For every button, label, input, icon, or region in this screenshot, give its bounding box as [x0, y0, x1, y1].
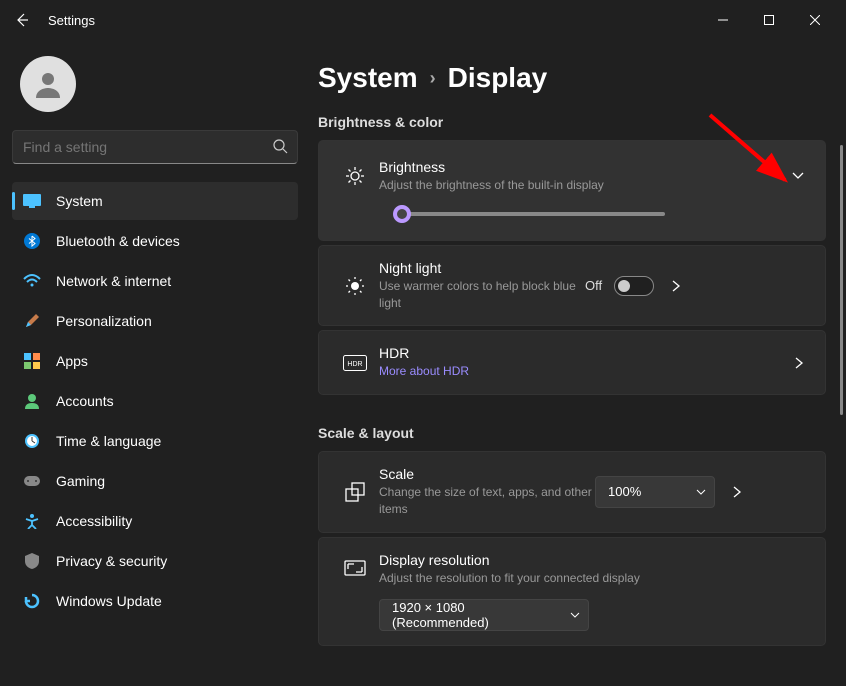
minimize-button[interactable] — [700, 6, 746, 34]
scale-desc: Change the size of text, apps, and other… — [379, 484, 595, 518]
nightlight-toggle[interactable] — [614, 276, 654, 296]
nav-label: System — [56, 193, 103, 209]
scale-combo[interactable]: 100% — [595, 476, 715, 508]
scale-value: 100% — [608, 484, 641, 499]
nav-label: Accessibility — [56, 513, 132, 529]
gamepad-icon — [22, 471, 42, 491]
nightlight-icon — [335, 275, 375, 297]
nav-item-privacy[interactable]: Privacy & security — [12, 542, 298, 580]
hdr-icon: HDR — [335, 355, 375, 371]
brightness-icon — [335, 165, 375, 187]
nav-item-time[interactable]: Time & language — [12, 422, 298, 460]
chevron-down-icon — [696, 487, 706, 497]
search-box[interactable] — [12, 130, 298, 164]
nav-label: Network & internet — [56, 273, 171, 289]
nav-item-update[interactable]: Windows Update — [12, 582, 298, 620]
content-area: System › Display Brightness & color Brig… — [310, 40, 846, 686]
wifi-icon — [22, 271, 42, 291]
search-input[interactable] — [12, 130, 298, 164]
titlebar: Settings — [0, 0, 846, 40]
user-avatar[interactable] — [20, 56, 76, 112]
scale-open-button[interactable] — [727, 481, 747, 503]
breadcrumb-parent[interactable]: System — [318, 62, 418, 94]
nav-label: Time & language — [56, 433, 161, 449]
nav-item-accessibility[interactable]: Accessibility — [12, 502, 298, 540]
nav-label: Bluetooth & devices — [56, 233, 180, 249]
breadcrumb-current: Display — [448, 62, 548, 94]
chevron-right-icon — [670, 279, 682, 293]
nav-label: Windows Update — [56, 593, 162, 609]
resolution-icon — [335, 560, 375, 578]
nav-item-network[interactable]: Network & internet — [12, 262, 298, 300]
chevron-right-icon — [731, 485, 743, 499]
scale-title: Scale — [379, 466, 595, 482]
brightness-slider[interactable] — [335, 212, 809, 216]
account-icon — [22, 391, 42, 411]
search-icon — [272, 138, 288, 154]
brightness-title: Brightness — [379, 159, 787, 175]
section-scale-layout: Scale & layout — [318, 425, 826, 441]
nav-item-bluetooth[interactable]: Bluetooth & devices — [12, 222, 298, 260]
nav-item-personalization[interactable]: Personalization — [12, 302, 298, 340]
hdr-link[interactable]: More about HDR — [379, 363, 789, 380]
display-icon — [22, 191, 42, 211]
svg-text:HDR: HDR — [347, 361, 362, 368]
nav-label: Gaming — [56, 473, 105, 489]
nav-item-system[interactable]: System — [12, 182, 298, 220]
window-title: Settings — [48, 13, 95, 28]
nav-label: Privacy & security — [56, 553, 167, 569]
resolution-desc: Adjust the resolution to fit your connec… — [379, 570, 809, 587]
breadcrumb: System › Display — [318, 62, 826, 94]
bluetooth-icon — [22, 231, 42, 251]
brush-icon — [22, 311, 42, 331]
hdr-open-button[interactable] — [789, 352, 809, 374]
nav-item-gaming[interactable]: Gaming — [12, 462, 298, 500]
nightlight-title: Night light — [379, 260, 585, 276]
nav-label: Apps — [56, 353, 88, 369]
chevron-down-icon — [791, 169, 805, 183]
nightlight-open-button[interactable] — [666, 275, 686, 297]
brightness-card[interactable]: Brightness Adjust the brightness of the … — [318, 140, 826, 241]
sidebar: System Bluetooth & devices Network & int… — [0, 40, 310, 686]
maximize-button[interactable] — [746, 6, 792, 34]
resolution-card: Display resolution Adjust the resolution… — [318, 537, 826, 646]
back-button[interactable] — [8, 6, 36, 34]
apps-icon — [22, 351, 42, 371]
nav-item-apps[interactable]: Apps — [12, 342, 298, 380]
chevron-right-icon — [793, 356, 805, 370]
chevron-right-icon: › — [430, 68, 436, 89]
scale-card[interactable]: Scale Change the size of text, apps, and… — [318, 451, 826, 533]
nav-label: Personalization — [56, 313, 152, 329]
brightness-expand-button[interactable] — [787, 165, 809, 187]
brightness-desc: Adjust the brightness of the built-in di… — [379, 177, 787, 194]
nightlight-desc: Use warmer colors to help block blue lig… — [379, 278, 585, 312]
nightlight-card[interactable]: Night light Use warmer colors to help bl… — [318, 245, 826, 327]
hdr-title: HDR — [379, 345, 789, 361]
scrollbar[interactable] — [840, 145, 843, 415]
hdr-card[interactable]: HDR HDR More about HDR — [318, 330, 826, 395]
slider-thumb[interactable] — [393, 205, 411, 223]
nav-label: Accounts — [56, 393, 114, 409]
nav-item-accounts[interactable]: Accounts — [12, 382, 298, 420]
clock-icon — [22, 431, 42, 451]
nav-list: System Bluetooth & devices Network & int… — [12, 182, 298, 620]
resolution-value: 1920 × 1080 (Recommended) — [392, 600, 558, 630]
chevron-down-icon — [570, 610, 580, 620]
section-brightness-color: Brightness & color — [318, 114, 826, 130]
resolution-combo[interactable]: 1920 × 1080 (Recommended) — [379, 599, 589, 631]
nightlight-state: Off — [585, 278, 602, 293]
scale-icon — [335, 481, 375, 503]
resolution-title: Display resolution — [379, 552, 809, 568]
update-icon — [22, 591, 42, 611]
shield-icon — [22, 551, 42, 571]
accessibility-icon — [22, 511, 42, 531]
close-button[interactable] — [792, 6, 838, 34]
